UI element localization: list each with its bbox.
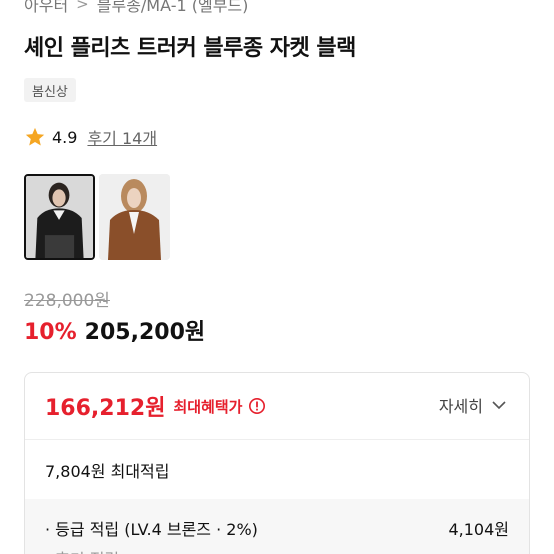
- thumbnail-list: [24, 174, 170, 260]
- breadcrumb: 아우터 > 블루종/MA-1 (엘부드): [24, 0, 248, 16]
- breadcrumb-item-outer[interactable]: 아우터: [24, 0, 68, 16]
- max-benefit-label: 최대혜택가: [173, 397, 243, 416]
- max-points-summary: 7,804원 최대적립: [25, 439, 529, 499]
- points-row-review: · 후기 적립: [45, 543, 509, 554]
- product-title: 셰인 플리츠 트러커 블루종 자켓 블랙: [24, 36, 356, 61]
- info-icon[interactable]: [248, 397, 266, 415]
- discount-rate: 10%: [24, 320, 77, 345]
- chevron-right-icon: >: [76, 0, 89, 13]
- detail-label: 자세히: [438, 397, 483, 416]
- points-breakdown: · 등급 적립 (LV.4 브론즈 · 2%) 4,104원 · 후기 적립: [25, 499, 529, 554]
- chevron-down-icon: [492, 401, 506, 410]
- points-row-grade: · 등급 적립 (LV.4 브론즈 · 2%) 4,104원: [45, 513, 509, 543]
- star-icon: [24, 126, 46, 148]
- thumbnail-brown-jacket[interactable]: [99, 174, 170, 260]
- sale-price: 205,200원: [84, 320, 206, 345]
- original-price: 228,000원: [24, 291, 110, 311]
- points-row-label: · 후기 적립: [45, 546, 119, 554]
- max-benefit-header: 166,212원 최대혜택가 자세히: [25, 373, 529, 439]
- rating-row: 4.9 후기 14개: [24, 124, 157, 150]
- points-row-label: · 등급 적립 (LV.4 브론즈 · 2%): [45, 520, 258, 539]
- detail-toggle-button[interactable]: 자세히: [439, 393, 507, 417]
- benefit-panel: 166,212원 최대혜택가 자세히 7,804원 최대적립 · 등급 적립 (…: [24, 372, 530, 554]
- sale-price-row: 10% 205,200원: [24, 314, 205, 346]
- rating-score: 4.9: [52, 127, 78, 147]
- new-season-badge: 봄신상: [24, 78, 76, 102]
- thumbnail-black-jacket[interactable]: [24, 174, 95, 260]
- max-benefit-price: 166,212원: [45, 396, 166, 421]
- breadcrumb-item-blouson[interactable]: 블루종/MA-1 (엘부드): [97, 0, 249, 16]
- review-count-link[interactable]: 후기 14개: [87, 125, 157, 149]
- points-row-amount: 4,104원: [448, 520, 509, 539]
